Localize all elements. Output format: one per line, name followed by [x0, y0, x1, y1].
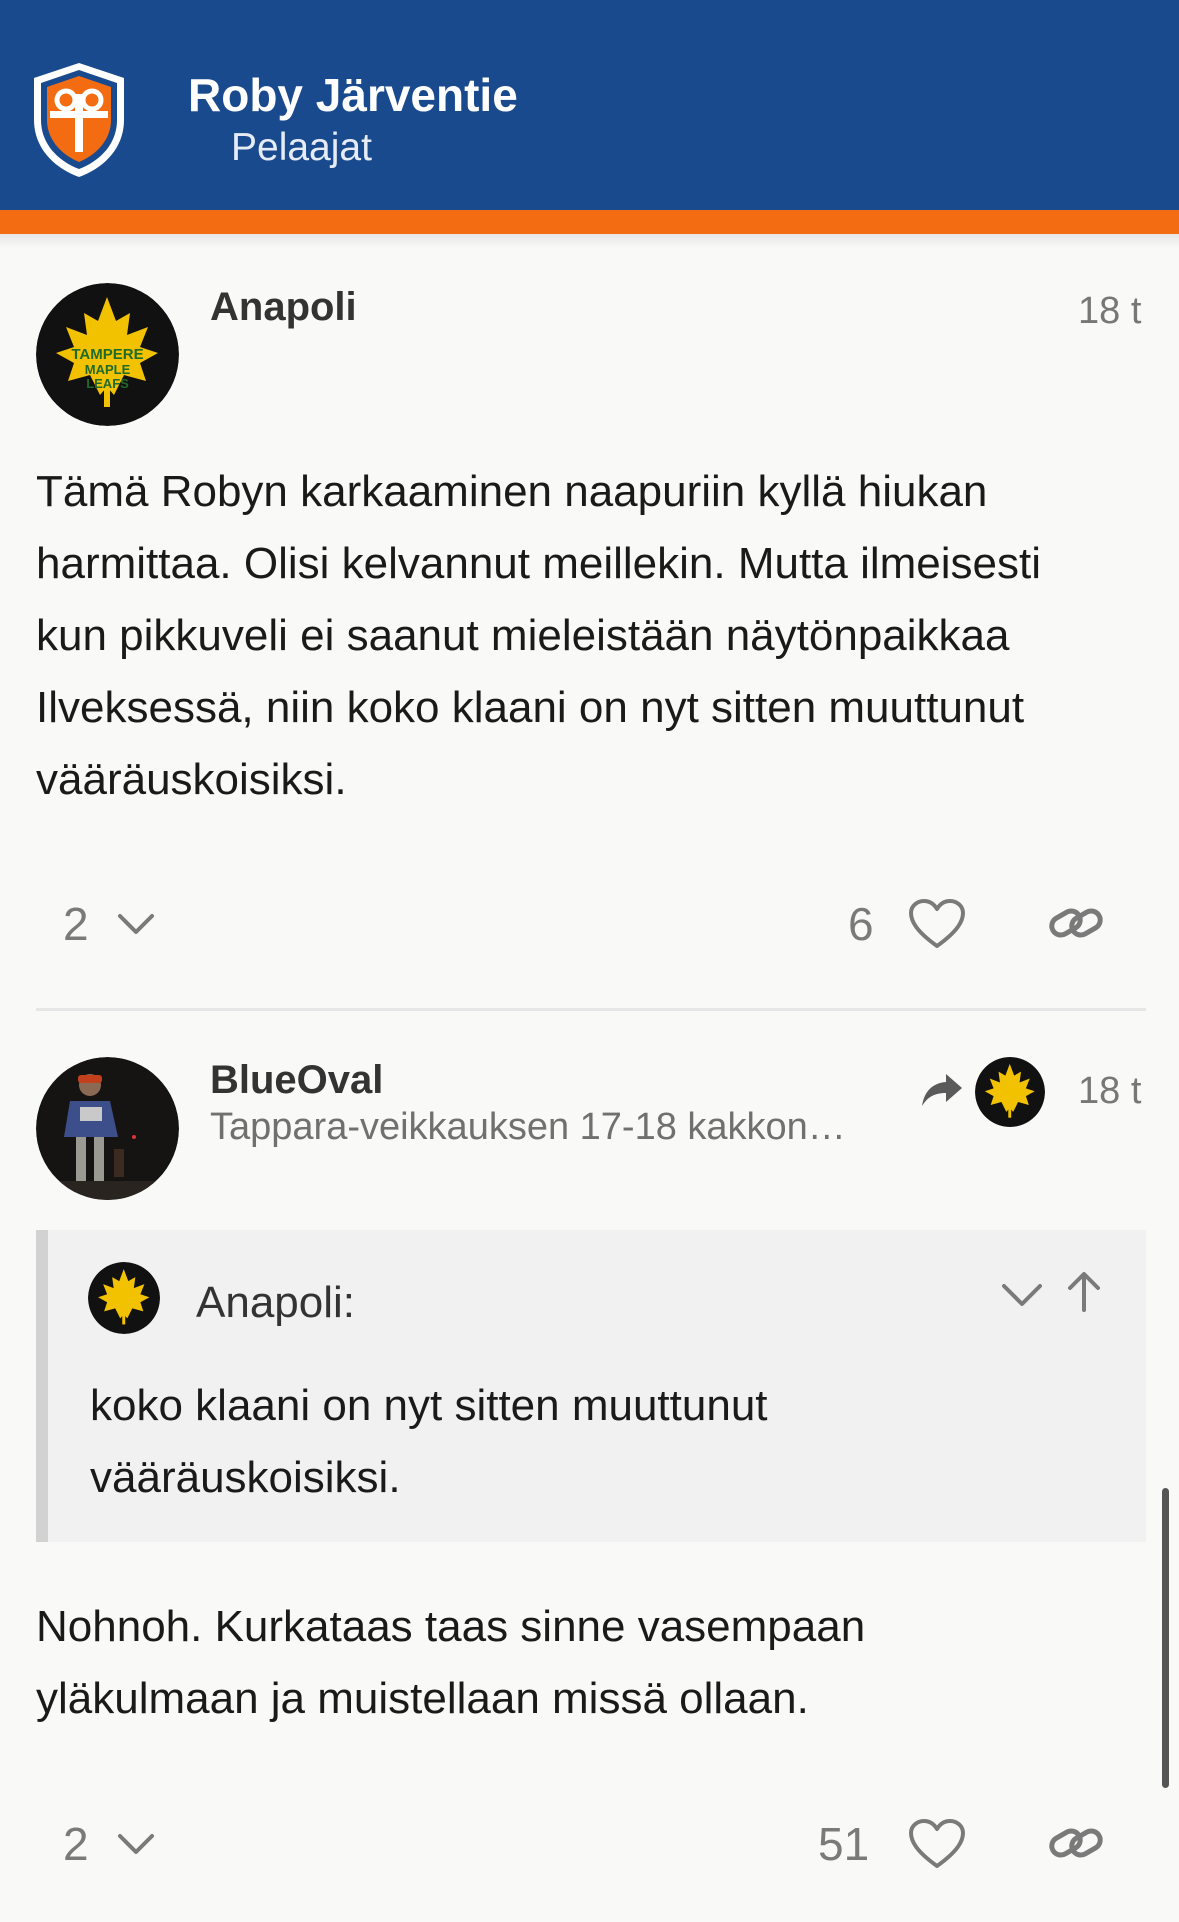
- blueoval-user-avatar-icon: [36, 1057, 179, 1200]
- topic-category[interactable]: Pelaajat: [231, 126, 372, 170]
- replies-count: 2: [63, 1818, 89, 1870]
- quote-avatar: [88, 1262, 160, 1334]
- quote-username: Anapoli:: [196, 1278, 356, 1327]
- header-shadow: [0, 234, 1179, 248]
- post-body-line: Ilveksessä, niin koko klaani on nyt sitt…: [36, 683, 1025, 732]
- quote-text: koko klaani on nyt sitten muuttunut väär…: [90, 1370, 1090, 1514]
- topic-header: Roby Järventie Pelaajat: [0, 0, 1179, 210]
- quote-text-line: koko klaani on nyt sitten muuttunut: [90, 1381, 768, 1430]
- replies-toggle-button[interactable]: 2: [63, 897, 89, 951]
- post-body-line: Tämä Robyn karkaaminen naapuriin kyllä h…: [36, 467, 988, 516]
- like-count[interactable]: 51: [818, 1817, 869, 1871]
- tappara-logo-icon[interactable]: [30, 60, 128, 180]
- avatar-text-line-1: TAMPERE: [71, 346, 143, 363]
- link-icon[interactable]: [1048, 900, 1104, 946]
- link-icon[interactable]: [1048, 1820, 1104, 1866]
- post-body: Tämä Robyn karkaaminen naapuriin kyllä h…: [36, 456, 1146, 816]
- post-body-line: Nohnoh. Kurkataas taas sinne vasempaan: [36, 1602, 866, 1651]
- tampere-maple-leafs-avatar-icon: [88, 1262, 160, 1334]
- replies-toggle-button[interactable]: 2: [63, 1817, 89, 1871]
- post-date[interactable]: 18 t: [1078, 1070, 1141, 1113]
- avatar[interactable]: TAMPERE MAPLE LEAFS: [36, 283, 179, 426]
- chevron-down-icon[interactable]: [116, 1830, 156, 1858]
- post-username[interactable]: Anapoli: [210, 285, 357, 330]
- avatar-text-line-3: LEAFS: [86, 376, 129, 391]
- post-body: Nohnoh. Kurkataas taas sinne vasempaan y…: [36, 1591, 1146, 1735]
- post-body-line: kun pikkuveli ei saanut mieleistään näyt…: [36, 611, 1010, 660]
- share-arrow-icon[interactable]: [920, 1070, 964, 1110]
- post-divider: [36, 1008, 1146, 1011]
- avatar-text-line-2: MAPLE: [85, 362, 131, 377]
- expand-quote-chevron-icon[interactable]: [1000, 1280, 1044, 1310]
- tampere-maple-leafs-avatar-icon: TAMPERE MAPLE LEAFS: [36, 283, 179, 426]
- post-body-line: yläkulmaan ja muistellaan missä ollaan.: [36, 1674, 809, 1723]
- like-count[interactable]: 6: [848, 897, 874, 951]
- avatar[interactable]: [36, 1057, 179, 1200]
- heart-icon[interactable]: [908, 898, 966, 950]
- post-body-line: harmittaa. Olisi kelvannut meillekin. Mu…: [36, 539, 1042, 588]
- user-title: Tappara-veikkauksen 17-18 kakkon…: [210, 1106, 846, 1148]
- chevron-down-icon[interactable]: [116, 910, 156, 938]
- post-username[interactable]: BlueOval: [210, 1058, 383, 1103]
- reply-to-avatar[interactable]: [975, 1057, 1045, 1127]
- topic-title[interactable]: Roby Järventie: [188, 68, 518, 122]
- go-to-quoted-post-arrow-icon[interactable]: [1064, 1270, 1104, 1314]
- replies-count: 2: [63, 898, 89, 950]
- post-date[interactable]: 18 t: [1078, 290, 1141, 333]
- header-accent-stripe: [0, 210, 1179, 234]
- scrollbar[interactable]: [1162, 1488, 1169, 1788]
- heart-icon[interactable]: [908, 1818, 966, 1870]
- quote-text-line: vääräuskoisiksi.: [90, 1453, 401, 1502]
- tampere-maple-leafs-avatar-icon: [975, 1057, 1045, 1127]
- post-body-line: vääräuskoisiksi.: [36, 755, 347, 804]
